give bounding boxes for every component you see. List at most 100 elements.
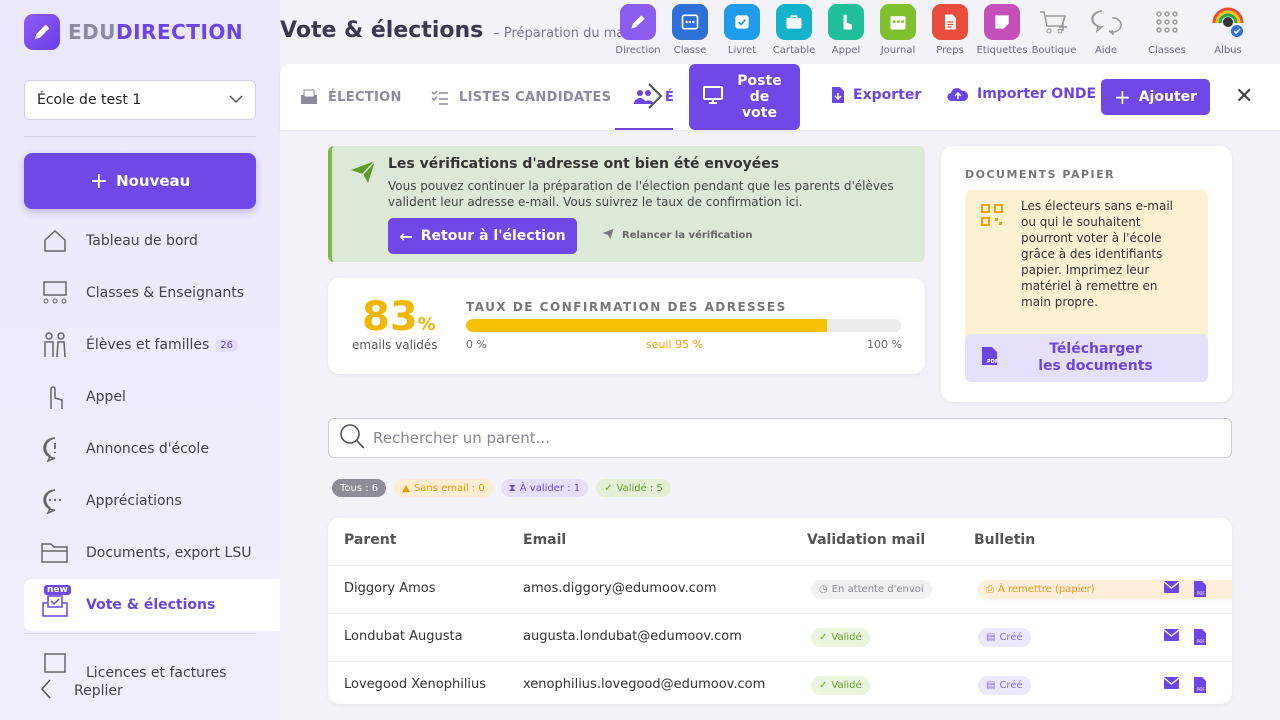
confirmation-progress-bar [466, 319, 901, 332]
ballot-icon [300, 89, 318, 105]
paper-text: Les électeurs sans e-mail ou qui le souh… [1021, 199, 1174, 309]
close-icon[interactable]: ✕ [1235, 84, 1253, 109]
app-boutique[interactable]: Boutique [1028, 4, 1080, 56]
clock-icon: ◷ [819, 584, 828, 595]
app-label: Direction [615, 45, 661, 56]
new-button[interactable]: + Nouveau [24, 153, 256, 209]
check-icon: ✓ [819, 632, 828, 643]
svg-text:PDF: PDF [987, 359, 998, 365]
sidebar-item-appreciations[interactable]: Appréciations [24, 475, 280, 527]
filter-all[interactable]: Tous : 6 [332, 479, 387, 497]
download-documents-button[interactable]: PDF Télécharger les documents [965, 334, 1208, 382]
filter-to-validate[interactable]: ⧗ À valider : 1 [500, 479, 589, 497]
pdf-icon[interactable]: PDF [1193, 629, 1207, 645]
filter-label: À valider : 1 [519, 482, 581, 494]
table-row[interactable]: Londubat Augusta augusta.londubat@edumoo… [328, 613, 1232, 661]
mail-icon[interactable] [1164, 581, 1179, 593]
hand-icon [40, 382, 70, 412]
announce-icon [40, 434, 70, 464]
pdf-icon[interactable]: PDF [1193, 677, 1207, 693]
app-classes[interactable]: Classes [1132, 4, 1202, 56]
table-row[interactable]: Diggory Amos amos.diggory@edumoov.com ◷ E… [328, 565, 1232, 613]
classroom-icon [40, 278, 70, 308]
sidebar-item-students[interactable]: Élèves et familles 26 [24, 319, 280, 371]
sidebar: EDUDIRECTION École de test 1 + Nouveau T… [0, 0, 280, 720]
column-header-email[interactable]: Email [523, 532, 566, 548]
sticky-icon [984, 4, 1020, 40]
school-select[interactable]: École de test 1 [24, 80, 256, 120]
paper-title: DOCUMENTS PAPIER [965, 168, 1116, 181]
column-header-validation[interactable]: Validation mail [807, 532, 925, 548]
app-label: Livret [727, 45, 757, 56]
app-albus[interactable]: Albus [1202, 4, 1254, 56]
export-button[interactable]: Exporter [831, 86, 921, 104]
folder-icon [40, 538, 70, 568]
sidebar-item-label: Documents, export LSU [86, 545, 252, 561]
resend-verification-link[interactable]: Relancer la vérification [602, 228, 753, 243]
back-to-election-button[interactable]: ← Retour à l'élection [388, 218, 577, 254]
arrow-left-icon: ← [399, 226, 413, 246]
sidebar-nav: Tableau de bord Classes & Enseignants Él… [24, 215, 280, 677]
add-button[interactable]: + Ajouter [1101, 79, 1210, 115]
collapse-button[interactable]: Replier [40, 678, 123, 704]
chat-icon [40, 486, 70, 516]
board-icon [672, 4, 708, 40]
percent-label: emails validés [352, 338, 438, 352]
svg-text:PDF: PDF [1197, 639, 1205, 644]
app-label: Journal [880, 45, 916, 56]
warning-icon: ▲ [402, 482, 410, 494]
filter-label: Validé : 5 [616, 482, 663, 494]
sidebar-item-label: Tableau de bord [86, 233, 198, 249]
app-cartable[interactable]: Cartable [768, 4, 820, 56]
app-direction[interactable]: Direction [612, 4, 664, 56]
download-label: Télécharger les documents [1038, 341, 1153, 374]
app-livret[interactable]: Livret [716, 4, 768, 56]
sidebar-item-label: Appréciations [86, 493, 182, 509]
mail-icon[interactable] [1164, 629, 1179, 641]
filter-no-email[interactable]: ▲ Sans email : 0 [394, 479, 493, 497]
table-row[interactable]: Lovegood Xenophilius xenophilius.lovegoo… [328, 661, 1232, 704]
sidebar-item-classes[interactable]: Classes & Enseignants [24, 267, 280, 319]
pen-icon [620, 4, 656, 40]
app-label: Classes [1148, 45, 1186, 56]
logo[interactable]: EDUDIRECTION [24, 14, 243, 50]
sidebar-item-invoices[interactable]: Licences et factures [24, 631, 280, 677]
family-icon [40, 330, 70, 360]
sidebar-item-label: Classes & Enseignants [86, 285, 245, 301]
sidebar-item-vote[interactable]: new Vote & élections [24, 579, 280, 631]
app-appel[interactable]: Appel [820, 4, 872, 56]
chevron-right-icon[interactable] [646, 81, 664, 115]
mail-icon[interactable] [1164, 677, 1179, 689]
sidebar-item-announcements[interactable]: Annonces d'école [24, 423, 280, 475]
app-journal[interactable]: Journal [872, 4, 924, 56]
app-aide[interactable]: Aide [1080, 4, 1132, 56]
filter-validated[interactable]: ✓ Validé : 5 [596, 479, 671, 497]
tab-election[interactable]: ÉLECTION [300, 64, 402, 130]
sidebar-item-label: Licences et factures [86, 665, 227, 677]
avatar-icon [1210, 4, 1246, 40]
app-label: Boutique [1031, 45, 1077, 56]
sidebar-item-appel[interactable]: Appel [24, 371, 280, 423]
column-header-bulletin[interactable]: Bulletin [974, 532, 1035, 548]
parents-table: Parent Email Validation mail Bulletin Di… [328, 518, 1232, 704]
voting-station-button[interactable]: Poste de vote [689, 64, 800, 130]
sidebar-item-dashboard[interactable]: Tableau de bord [24, 215, 280, 267]
import-onde-button[interactable]: Importer ONDE [947, 86, 1096, 102]
sidebar-item-documents[interactable]: Documents, export LSU [24, 527, 280, 579]
app-classe[interactable]: Classe [664, 4, 716, 56]
tab-lists[interactable]: LISTES CANDIDATES [431, 64, 611, 130]
search-input[interactable] [373, 429, 1173, 447]
app-etiquettes[interactable]: Etiquettes [976, 4, 1028, 56]
app-label: Albus [1214, 45, 1242, 56]
app-preps[interactable]: Preps [924, 4, 976, 56]
tab-voters[interactable]: ÉL [615, 64, 673, 130]
parent-email: augusta.londubat@edumoov.com [523, 629, 742, 644]
plus-icon: + [1113, 85, 1131, 109]
progress-threshold-label: seuil 95 % [646, 338, 704, 351]
column-header-parent[interactable]: Parent [344, 532, 396, 548]
filter-label: Sans email : 0 [413, 482, 485, 494]
briefcase-icon [776, 4, 812, 40]
pdf-icon[interactable]: PDF [1193, 581, 1207, 597]
tab-bar: ÉLECTION LISTES CANDIDATES ÉL Poste de v… [280, 64, 1280, 130]
paper-info: Les électeurs sans e-mail ou qui le souh… [965, 190, 1208, 345]
